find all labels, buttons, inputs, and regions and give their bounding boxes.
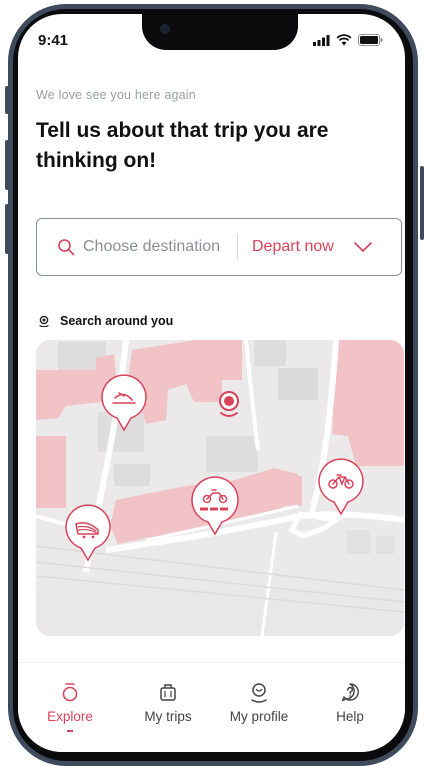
map-marker-scooter[interactable] <box>100 374 148 437</box>
search-divider <box>237 234 238 260</box>
search-icon <box>58 239 75 256</box>
status-time: 9:41 <box>38 32 69 49</box>
page-title: Tell us about that trip you are thinking… <box>36 119 329 172</box>
depart-time-label: Depart now <box>252 238 334 255</box>
map-marker-motorbike[interactable] <box>190 476 240 541</box>
tab-label: Explore <box>47 709 93 724</box>
tab-my-profile[interactable]: My profile <box>219 681 299 724</box>
power-button <box>420 166 424 240</box>
screen: 9:41 We love see you here again Tell us … <box>18 14 405 752</box>
bottom-tab-bar: Explore My trips My profile Help <box>18 662 405 752</box>
tab-label: My profile <box>229 709 289 724</box>
map-marker-scooter-2[interactable] <box>64 504 112 567</box>
search-around-row[interactable]: Search around you <box>38 314 173 328</box>
map-marker-user-location[interactable] <box>216 388 242 425</box>
volume-button <box>5 140 9 190</box>
depart-time-dropdown[interactable]: Depart now <box>252 238 372 256</box>
greeting-text: We love see you here again <box>36 88 196 102</box>
tab-my-trips[interactable]: My trips <box>128 681 208 724</box>
battery-icon <box>358 34 383 46</box>
tab-explore[interactable]: Explore <box>30 681 110 732</box>
scooter-icon <box>65 504 111 562</box>
active-tab-indicator <box>67 730 73 732</box>
explore-icon <box>62 683 78 702</box>
side-button <box>5 86 9 114</box>
help-icon <box>341 683 359 702</box>
bicycle-icon <box>318 458 364 516</box>
tab-label: My trips <box>144 709 192 724</box>
wifi-icon <box>336 34 352 46</box>
map-view[interactable] <box>36 340 404 636</box>
tab-label: Help <box>336 709 364 724</box>
search-around-label: Search around you <box>60 314 174 328</box>
tab-help[interactable]: Help <box>310 681 390 724</box>
destination-input[interactable] <box>83 238 233 256</box>
volume-button <box>5 204 9 254</box>
notch <box>142 14 298 50</box>
status-icons <box>313 34 383 46</box>
scooter-icon <box>101 374 147 432</box>
location-pin-icon <box>219 391 239 417</box>
signal-icon <box>313 34 330 46</box>
luggage-icon <box>160 684 176 701</box>
location-target-icon <box>39 315 49 327</box>
trip-search-box: Depart now <box>36 218 402 276</box>
map-marker-bicycle[interactable] <box>317 458 365 521</box>
profile-icon <box>251 683 267 703</box>
chevron-down-icon <box>354 242 372 252</box>
motorbike-icon <box>191 476 239 536</box>
front-camera <box>160 24 170 34</box>
